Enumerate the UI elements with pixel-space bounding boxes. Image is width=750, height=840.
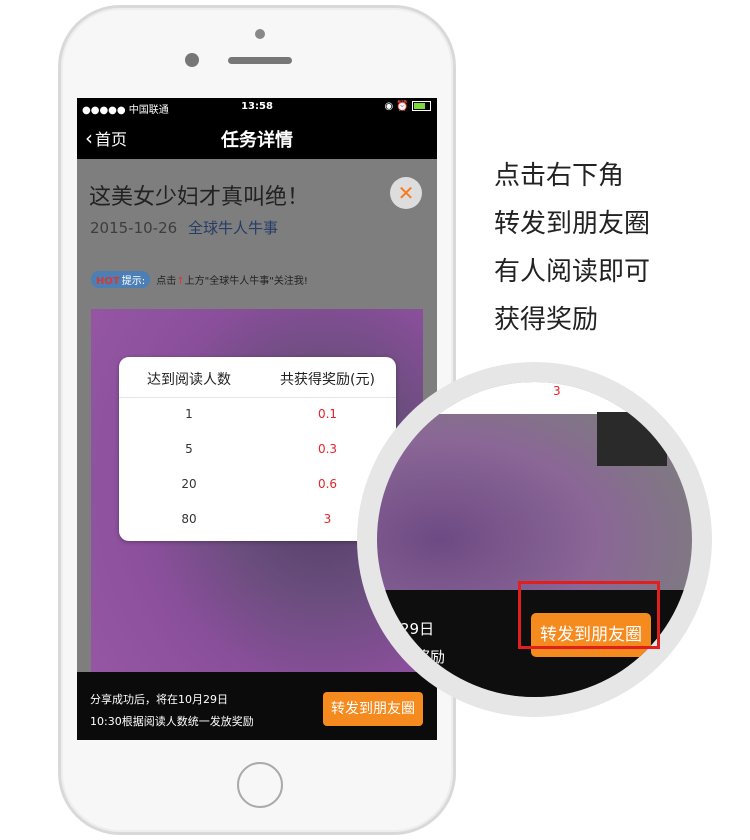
close-icon[interactable]: ✕ (390, 177, 422, 209)
readers-cell: 20 (181, 477, 197, 491)
home-button[interactable] (237, 762, 283, 808)
highlight-frame (518, 581, 660, 649)
instruction-line: 转发到朋友圈 (494, 209, 651, 239)
zoom-reward-value: 3 (553, 384, 561, 398)
instruction-line: 点击右下角 (494, 161, 625, 191)
zoom-dark-block (597, 412, 667, 466)
instruction-line: 获得奖励 (494, 305, 599, 335)
hot-label: HOT (96, 276, 120, 287)
table-row: 5 0.3 (119, 432, 396, 467)
table-row: 80 3 (119, 502, 396, 537)
tip-text-post: 上方"全球牛人牛事"关注我! (184, 276, 308, 287)
reward-table-header: 达到阅读人数 共获得奖励(元) (119, 357, 396, 398)
readers-cell: 5 (185, 442, 193, 456)
tip-badge: HOT 提示: (91, 271, 151, 288)
article-author[interactable]: 全球牛人牛事 (188, 219, 278, 237)
table-row: 20 0.6 (119, 467, 396, 502)
proximity-sensor (185, 53, 199, 67)
status-icon-group: ◉ ⏰ (384, 101, 409, 112)
status-bar: ●●●●● 中国联通 13:58 ◉ ⏰ (77, 98, 437, 117)
status-icons: ◉ ⏰ (384, 101, 431, 112)
readers-header: 达到阅读人数 (147, 372, 231, 388)
reward-header: 共获得奖励(元) (280, 372, 375, 388)
earpiece-speaker (228, 57, 292, 64)
up-arrow-icon: ↑ (176, 276, 185, 287)
battery-icon (412, 101, 431, 111)
share-to-moments-button[interactable]: 转发到朋友圈 (323, 692, 423, 726)
reward-cell: 0.3 (317, 442, 338, 456)
zoom-callout: 3 月29日 发放奖励 转发到朋友圈 (357, 362, 712, 717)
zoom-note-line1: 月29日 (385, 620, 435, 638)
nav-bar: ‹ 首页 任务详情 (77, 117, 437, 159)
article-meta: 2015-10-26 全球牛人牛事 (90, 217, 278, 238)
reward-table: 达到阅读人数 共获得奖励(元) 1 0.1 5 0.3 20 0.6 80 3 (119, 357, 396, 541)
follow-tip: HOT 提示: 点击↑上方"全球牛人牛事"关注我! (91, 271, 308, 288)
article-title: 这美女少妇才真叫绝！ (89, 185, 310, 210)
zoom-table-edge: 3 (397, 382, 647, 414)
table-row: 1 0.1 (119, 397, 396, 432)
reward-cell: 0.1 (317, 407, 338, 421)
front-camera (255, 29, 265, 39)
zoom-note-line2: 发放奖励 (385, 648, 446, 666)
share-note-line2: 10:30根据阅读人数统一发放奖励 (90, 715, 254, 728)
page-title: 任务详情 (221, 130, 293, 151)
instruction-line: 有人阅读即可 (494, 257, 651, 287)
readers-cell: 1 (185, 407, 193, 421)
clock: 13:58 (241, 101, 273, 112)
article-date: 2015-10-26 (90, 219, 178, 237)
tip-badge-label: 提示: (121, 276, 146, 287)
readers-cell: 80 (181, 512, 197, 526)
instruction-text: 点击右下角 转发到朋友圈 有人阅读即可 获得奖励 (494, 152, 650, 344)
tip-text-pre: 点击 (156, 276, 177, 287)
zoom-content: 3 月29日 发放奖励 转发到朋友圈 (377, 382, 692, 697)
share-note-line1: 分享成功后，将在10月29日 (90, 693, 228, 706)
